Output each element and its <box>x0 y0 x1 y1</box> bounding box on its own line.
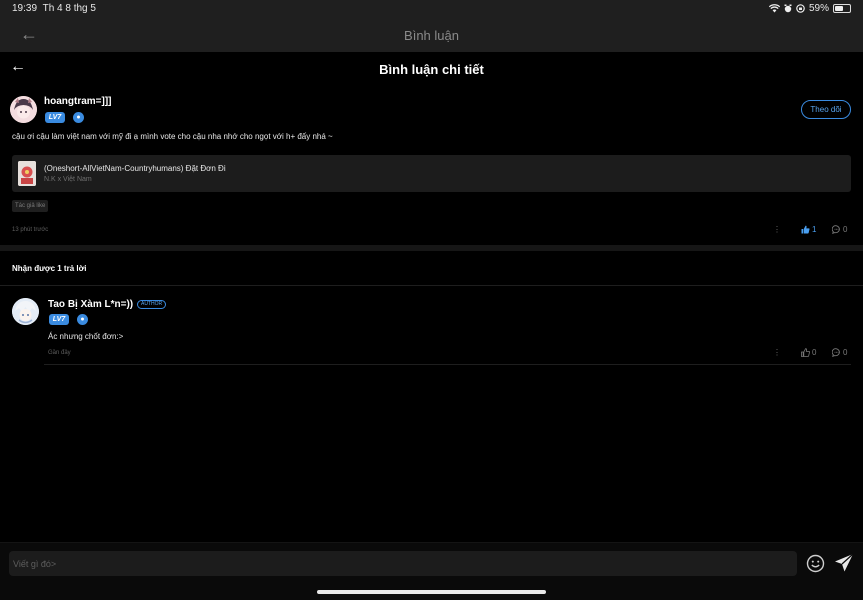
reply-more-icon[interactable]: ⋮ <box>773 348 781 357</box>
reply-reply-button[interactable]: 0 <box>832 348 847 357</box>
battery-fill <box>835 6 843 11</box>
commenter-avatar[interactable] <box>10 96 37 123</box>
status-bar: 19:39 Th 4 8 thg 5 59% <box>0 0 863 18</box>
replies-section-title: Nhận được 1 trả lời <box>12 264 87 273</box>
reply-divider <box>44 364 851 365</box>
chat-bubble-icon <box>832 348 840 357</box>
story-title: (Oneshort-AllVietNam-Countryhumans) Đặt … <box>44 164 226 173</box>
comment-text: cậu ơi cậu làm việt nam với mỹ đi ạ mình… <box>12 132 333 141</box>
emoji-icon[interactable] <box>806 554 825 573</box>
comment-time: 13 phút trước <box>12 227 49 233</box>
wifi-icon <box>768 4 780 13</box>
story-thumbnail <box>18 161 36 186</box>
reply-like-button[interactable]: 0 <box>801 348 816 357</box>
commenter-username[interactable]: hoangtram=]]] <box>44 96 112 107</box>
reply-avatar[interactable] <box>12 298 39 325</box>
thumbs-up-outline-icon <box>801 348 810 357</box>
commenter-level-badge: LV7 <box>45 112 65 123</box>
author-like-badge: Tác giả like <box>12 200 49 212</box>
reply-like-count: 0 <box>812 348 817 357</box>
comment-more-icon[interactable]: ⋮ <box>773 225 781 234</box>
story-subtitle: N.K x Việt Nam <box>44 176 92 183</box>
sheet-title: Bình luận chi tiết <box>379 62 484 77</box>
thumbs-up-icon <box>801 225 810 234</box>
reply-username[interactable]: Tao Bị Xàm L*n=)) <box>48 299 133 310</box>
comment-input[interactable] <box>9 551 797 576</box>
battery-icon <box>833 4 851 13</box>
send-icon[interactable] <box>834 553 854 573</box>
chat-bubble-icon <box>832 225 840 234</box>
reply-time: Gần đây <box>48 350 71 356</box>
commenter-drop-badge-icon: ● <box>73 112 84 123</box>
screen-lock-icon <box>796 4 805 13</box>
battery-percent: 59% <box>808 3 829 14</box>
alarm-icon <box>784 4 792 13</box>
reply-drop-badge-icon: ● <box>77 314 88 325</box>
replies-divider <box>0 285 863 286</box>
follow-button[interactable]: Theo dõi <box>801 100 851 119</box>
status-icons: 59% <box>768 3 851 14</box>
comment-reply-button[interactable]: 0 <box>832 225 847 234</box>
page-title: Bình luận <box>404 28 459 43</box>
reply-text: Ác nhưng chốt đơn:> <box>48 332 124 341</box>
status-time: 19:39 Th 4 8 thg 5 <box>12 3 96 14</box>
comment-reply-count: 0 <box>843 225 848 234</box>
reply-reply-count: 0 <box>843 348 848 357</box>
story-card[interactable]: (Oneshort-AllVietNam-Countryhumans) Đặt … <box>12 155 851 192</box>
comment-like-button[interactable]: 1 <box>801 225 816 234</box>
reply-level-badge: LV7 <box>49 314 69 325</box>
comment-like-count: 1 <box>812 225 817 234</box>
comment-input-bar <box>0 542 863 600</box>
author-tag: AUTHOR <box>137 300 167 309</box>
home-indicator <box>317 590 546 594</box>
page-header: ← Bình luận <box>0 18 863 52</box>
section-divider <box>0 245 863 251</box>
